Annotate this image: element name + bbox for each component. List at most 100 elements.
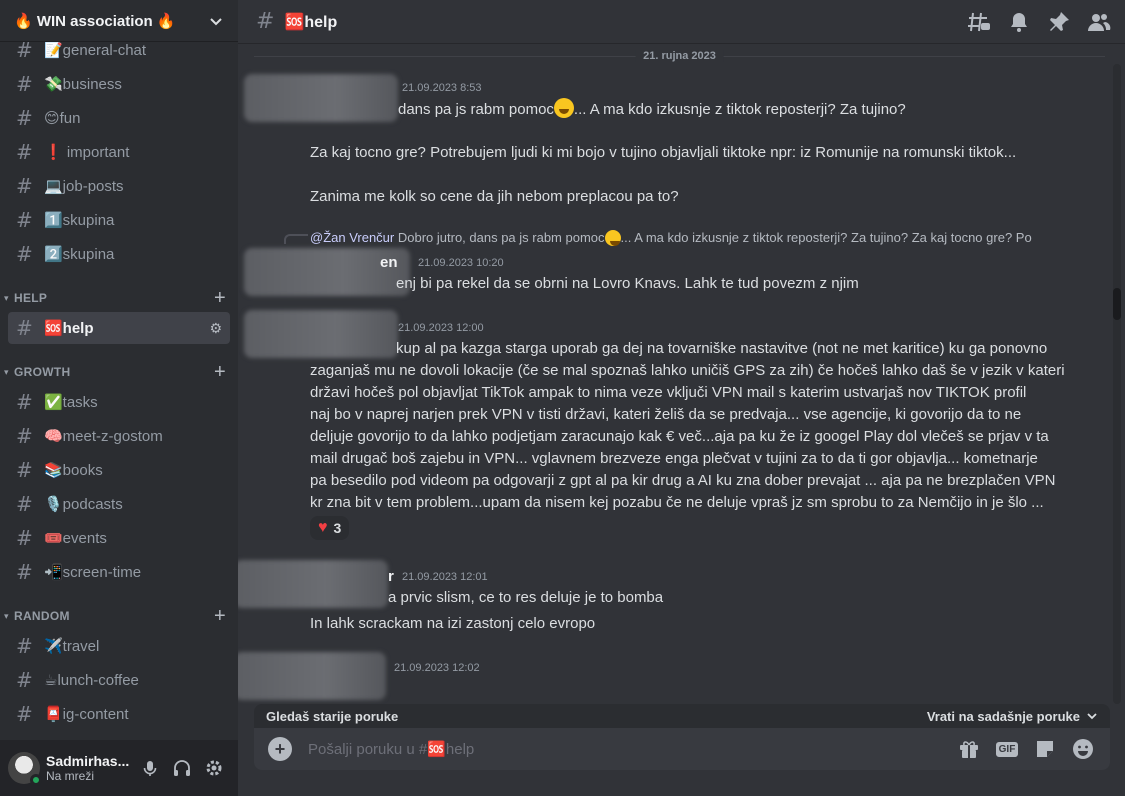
message-text: pa besedilo pod videom pa odgovarji z gp… (310, 472, 1056, 489)
channel-label: 📮ig-content (44, 706, 129, 723)
channel-podcasts[interactable]: # 🎙️podcasts (8, 488, 230, 520)
hash-icon: # (16, 174, 33, 198)
channel-label: 1️⃣skupina (44, 212, 115, 229)
channel-tasks[interactable]: # ✅tasks (8, 386, 230, 418)
author-name[interactable]: en (380, 252, 398, 274)
channel-screen-time[interactable]: # 📲screen-time (8, 556, 230, 588)
channel-important[interactable]: # ❗ important (8, 136, 230, 168)
scrollbar[interactable] (1113, 64, 1121, 704)
microphone-icon[interactable] (134, 752, 166, 784)
avatar[interactable] (8, 752, 42, 786)
hash-icon: # (16, 390, 33, 414)
pin-icon[interactable] (1047, 10, 1071, 34)
threads-icon[interactable] (967, 10, 991, 34)
headphones-icon[interactable] (166, 752, 198, 784)
channel-header: # 🆘help (238, 0, 1125, 44)
scrollbar-thumb[interactable] (1113, 288, 1121, 320)
add-channel-icon[interactable]: + (210, 605, 230, 628)
add-channel-icon[interactable]: + (210, 361, 230, 384)
channel-skupina-1[interactable]: #1️⃣skupina (8, 204, 230, 236)
hash-icon: # (16, 702, 33, 726)
channel-lunch-coffee[interactable]: # ☕lunch-coffee (8, 664, 230, 696)
chevron-down-icon: ▾ (4, 610, 9, 621)
bell-icon[interactable] (1007, 10, 1031, 34)
channel-label: 🎙️podcasts (44, 496, 123, 513)
sticker-icon[interactable] (1032, 736, 1058, 762)
channel-skupina-2[interactable]: #2️⃣skupina (8, 238, 230, 270)
message-text: državi hočeš pol objavljat TikTok ampak … (310, 384, 1027, 401)
channel-events[interactable]: # 🎟️events (8, 522, 230, 554)
reply-preview[interactable]: @Žan Vrenčur Dobro jutro, dans pa js rab… (310, 230, 1070, 246)
online-status-icon (30, 774, 42, 786)
message-composer: + Pošalji poruku u #🆘help GIF (254, 728, 1110, 770)
header-toolbar (967, 10, 1111, 34)
message-text-part: dans pa js rabm pomoc (398, 101, 554, 118)
channel-label: 📝general-chat (44, 42, 147, 59)
channel-business[interactable]: # 💸business (8, 68, 230, 100)
hash-icon: # (16, 634, 33, 658)
message-timestamp: 21.09.2023 12:02 (394, 662, 480, 674)
gif-label: GIF (995, 741, 1019, 757)
channel-books[interactable]: # 📚books (8, 454, 230, 486)
hash-icon: # (16, 492, 33, 516)
server-header[interactable]: 🔥 WIN association 🔥 (0, 0, 238, 42)
author-name[interactable]: r (388, 566, 394, 588)
server-name: 🔥 WIN association 🔥 (14, 12, 176, 30)
message-text: In lahk scrackam na izi zastonj celo evr… (310, 615, 596, 632)
message-text: a prvic slism, ce to res deluje je to bo… (388, 589, 664, 606)
channel-label: 💻job-posts (44, 178, 124, 195)
chevron-down-icon: ▾ (4, 366, 9, 377)
category-growth[interactable]: ▾ GROWTH + (0, 361, 230, 384)
add-channel-icon[interactable]: + (210, 287, 230, 310)
channel-travel[interactable]: # ✈️travel (8, 630, 230, 662)
message-text: mail drugač boš zajebu in VPN... vglavne… (310, 450, 1038, 467)
blurred-author-avatar (244, 74, 398, 122)
category-label: RANDOM (14, 609, 70, 623)
user-info[interactable]: Sadmirhas... Na mreži (46, 753, 134, 783)
date-divider-label: 21. rujna 2023 (635, 50, 724, 62)
channel-fun[interactable]: # 😊fun (8, 102, 230, 134)
category-label: GROWTH (14, 365, 71, 379)
channel-label: ☕lunch-coffee (44, 672, 139, 689)
hash-icon: # (16, 668, 33, 692)
member-list-icon[interactable] (1087, 10, 1111, 34)
blurred-author-avatar (238, 652, 386, 700)
jump-to-present-button[interactable]: Vrati na sadašnje poruke (927, 709, 1098, 724)
message-list[interactable]: 21. rujna 2023 21.09.2023 8:53 dans pa j… (238, 44, 1125, 704)
smiley-emoji-icon (553, 98, 574, 118)
channel-job-posts[interactable]: # 💻job-posts (8, 170, 230, 202)
channel-help[interactable]: # 🆘help ⚙ (8, 312, 230, 344)
category-help[interactable]: ▾ HELP + (0, 287, 230, 310)
user-status: Na mreži (46, 769, 95, 783)
gear-icon[interactable]: ⚙ (209, 320, 222, 337)
hash-icon: # (16, 458, 33, 482)
channel-label: 2️⃣skupina (44, 246, 115, 263)
message-text: dans pa js rabm pomoc ... A ma kdo izkusn… (398, 98, 906, 121)
message-timestamp: 21.09.2023 8:53 (402, 82, 482, 94)
chevron-down-icon (1087, 713, 1097, 720)
message-input[interactable]: Pošalji poruku u #🆘help (308, 740, 944, 758)
category-random[interactable]: ▾ RANDOM + (0, 605, 230, 628)
message-text: zaganjaš mu ne dovoli lokacije (če se ma… (310, 362, 1065, 379)
blurred-author-avatar (244, 310, 398, 358)
channel-meet-z-gostom[interactable]: # 🧠meet-z-gostom (8, 420, 230, 452)
message-text: kup al pa kazga starga uporab ga dej na … (396, 340, 1048, 357)
chevron-down-icon (210, 17, 222, 25)
message-text: Za kaj tocno gre? Potrebujem ljudi ki mi… (310, 144, 1017, 161)
message-text: deljuje govorijo to da lahko podjetjam z… (310, 428, 1049, 445)
channel-label: 📲screen-time (44, 564, 142, 581)
upload-plus-icon[interactable]: + (268, 737, 292, 761)
emoji-icon[interactable] (1070, 736, 1096, 762)
blurred-author-avatar (238, 560, 388, 608)
channel-label: 🧠meet-z-gostom (44, 428, 163, 445)
heart-reaction[interactable]: ♥ 3 (310, 516, 350, 540)
channel-ig-content[interactable]: # 📮ig-content (8, 698, 230, 730)
hash-icon: # (16, 72, 33, 96)
hash-icon: # (16, 316, 33, 340)
gif-button[interactable]: GIF (994, 736, 1020, 762)
channel-list[interactable]: # 📝general-chat # 💸business # 😊fun # ❗ impor… (0, 34, 238, 740)
gift-icon[interactable] (956, 736, 982, 762)
settings-gear-icon[interactable] (198, 752, 230, 784)
channel-label: 🎟️events (44, 530, 107, 547)
hash-icon: # (256, 9, 275, 34)
